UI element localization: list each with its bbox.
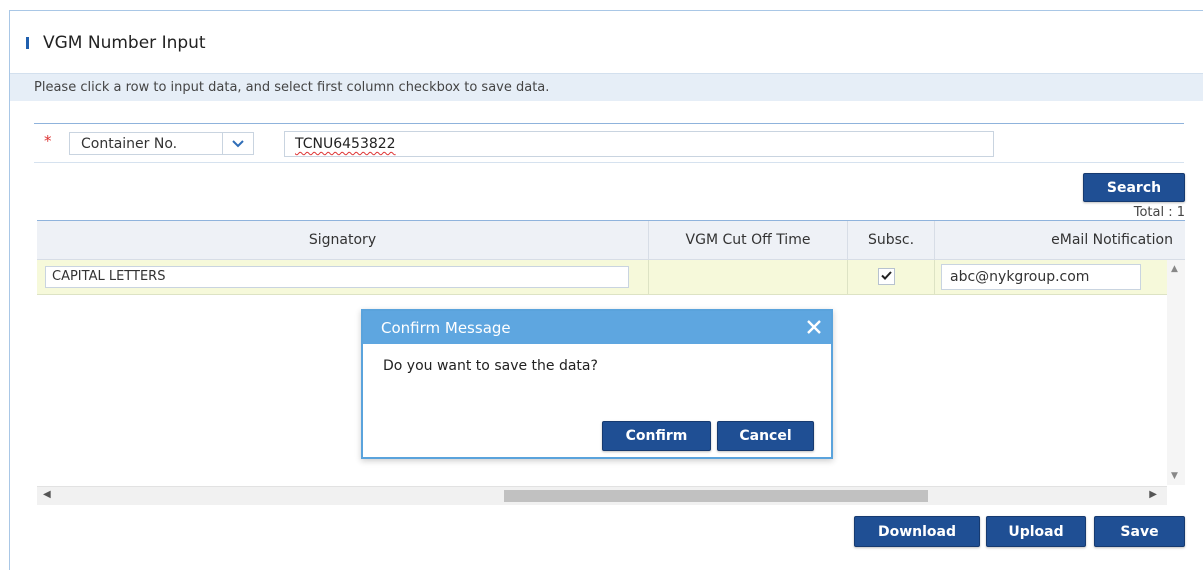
subscribed-cell[interactable] — [848, 260, 935, 294]
subscribed-checkbox[interactable] — [878, 268, 895, 285]
required-mark: * — [44, 132, 52, 150]
upload-button[interactable]: Upload — [986, 516, 1086, 547]
column-header-signatory[interactable]: Signatory — [37, 221, 649, 259]
page-title: VGM Number Input — [43, 33, 206, 53]
column-header-email-notification[interactable]: eMail Notification — [935, 221, 1185, 259]
vertical-scrollbar[interactable]: ▲ ▼ — [1167, 260, 1185, 485]
scroll-right-icon[interactable]: ▶ — [1149, 489, 1157, 500]
signatory-input[interactable]: CAPITAL LETTERS — [45, 266, 629, 288]
instruction-notice: Please click a row to input data, and se… — [10, 73, 1203, 101]
horizontal-scrollbar[interactable]: ◀ ▶ — [37, 486, 1167, 505]
chevron-down-icon[interactable] — [222, 133, 253, 154]
title-accent-bar — [26, 37, 29, 49]
vgm-cut-off-time-cell[interactable] — [649, 260, 848, 294]
table-row[interactable]: CAPITAL LETTERS abc@nykgroup.com — [37, 260, 1167, 295]
horizontal-scroll-thumb[interactable] — [504, 490, 928, 502]
signatory-cell[interactable]: CAPITAL LETTERS — [37, 260, 649, 294]
scroll-up-icon[interactable]: ▲ — [1171, 264, 1178, 274]
search-panel: * Container No. TCNU6453822 — [34, 123, 1184, 163]
email-notification-cell[interactable]: abc@nykgroup.com — [935, 260, 1167, 294]
email-input[interactable]: abc@nykgroup.com — [941, 264, 1141, 290]
scroll-down-icon[interactable]: ▼ — [1171, 471, 1178, 481]
check-icon — [881, 271, 892, 280]
scroll-left-icon[interactable]: ◀ — [43, 489, 51, 500]
cancel-button[interactable]: Cancel — [717, 421, 814, 451]
dialog-header: Confirm Message — [363, 311, 831, 344]
dialog-message: Do you want to save the data? — [383, 358, 598, 374]
page-header: VGM Number Input — [26, 30, 206, 56]
column-header-subscribed[interactable]: Subsc. — [848, 221, 935, 259]
search-field-select-value: Container No. — [81, 135, 178, 152]
total-count: Total : 1 — [1133, 205, 1185, 220]
download-button[interactable]: Download — [854, 516, 980, 547]
save-button[interactable]: Save — [1094, 516, 1185, 547]
column-header-vgm-cut-off-time[interactable]: VGM Cut Off Time — [649, 221, 848, 259]
container-no-input[interactable]: TCNU6453822 — [284, 131, 994, 157]
confirm-dialog: Confirm Message Do you want to save the … — [361, 309, 833, 459]
search-field-select[interactable]: Container No. — [69, 132, 254, 155]
dialog-title: Confirm Message — [381, 318, 511, 337]
search-button[interactable]: Search — [1083, 173, 1185, 202]
confirm-button[interactable]: Confirm — [602, 421, 711, 451]
grid-header: Signatory VGM Cut Off Time Subsc. eMail … — [37, 221, 1185, 260]
close-icon[interactable] — [807, 314, 821, 339]
